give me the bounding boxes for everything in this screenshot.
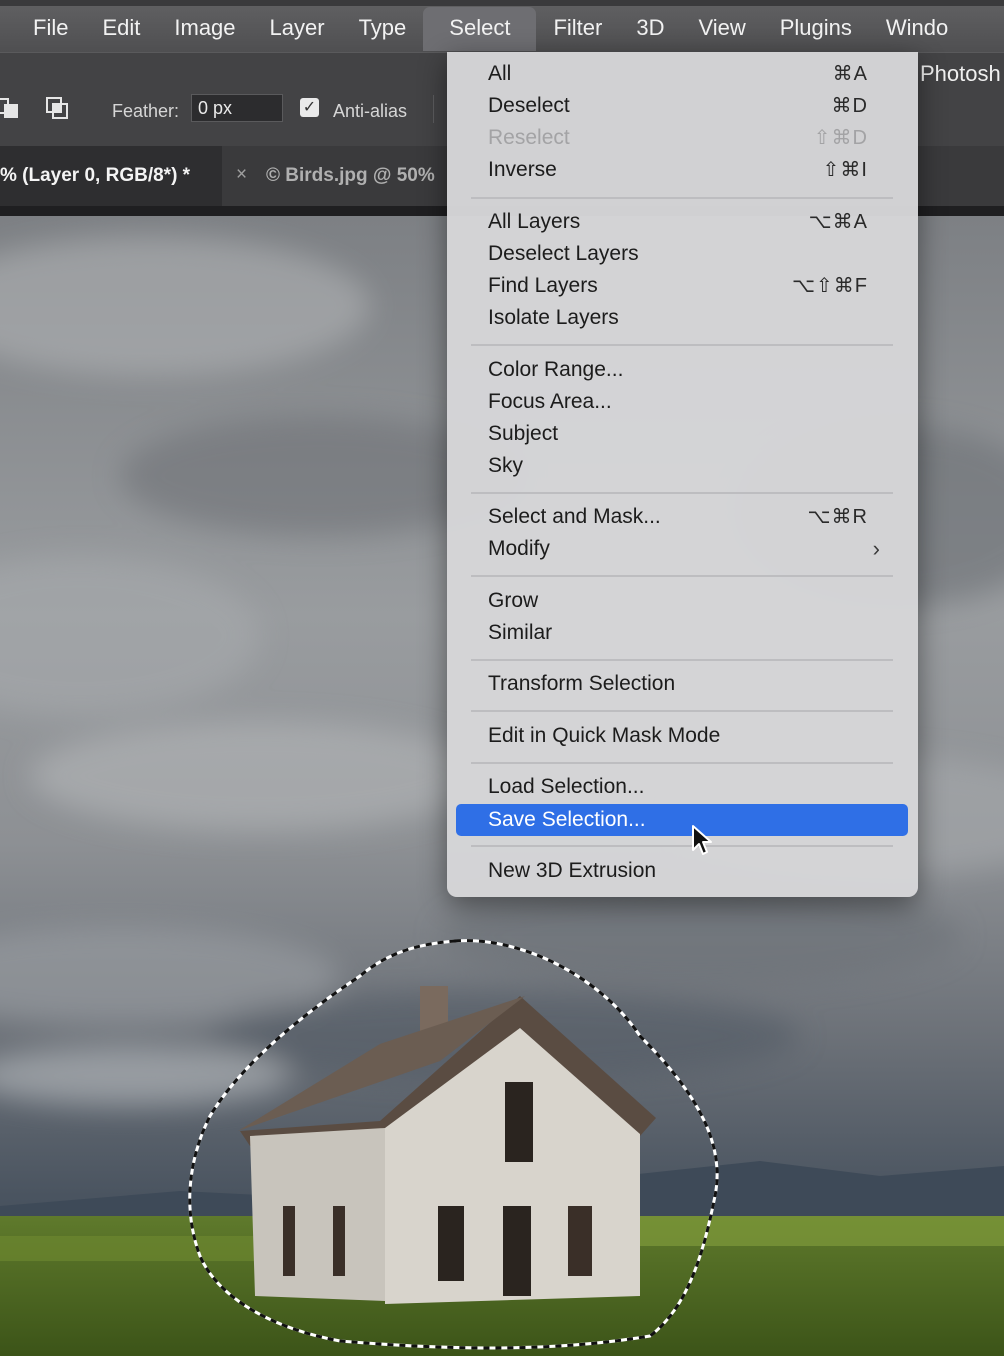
tab-active-document[interactable]: % (Layer 0, RGB/8*) * <box>0 146 222 206</box>
menu-item-label: Select and Mask... <box>488 505 661 528</box>
tab-birds-document[interactable]: © Birds.jpg @ 50% <box>266 146 435 206</box>
menu-separator <box>471 492 893 494</box>
menu-item-shortcut: ⇧⌘I <box>822 159 868 181</box>
menu-item-focus-area[interactable]: Focus Area... <box>456 386 908 418</box>
menu-item-label: New 3D Extrusion <box>488 859 657 882</box>
menu-item-transform-selection[interactable]: Transform Selection <box>456 668 908 700</box>
menu-item-shortcut: ⌥⌘R <box>807 506 868 528</box>
menu-3d[interactable]: 3D <box>619 7 681 51</box>
menu-item-label: Similar <box>488 621 553 644</box>
menu-bar: File Edit Image Layer Type Select Filter… <box>0 0 1004 52</box>
antialias-checkbox[interactable]: ✓ <box>300 98 319 117</box>
feather-label: Feather: <box>112 101 180 121</box>
menu-item-label: Deselect <box>488 94 570 117</box>
antialias-label: Anti-alias <box>333 101 408 121</box>
menu-item-label: Grow <box>488 589 539 612</box>
menu-item-label: Transform Selection <box>488 672 676 695</box>
menu-item-modify[interactable]: Modify › <box>456 533 908 565</box>
tab-close-icon[interactable]: × <box>236 164 247 186</box>
menu-item-isolate-layers[interactable]: Isolate Layers <box>456 302 908 334</box>
submenu-arrow-icon: › <box>872 536 880 561</box>
menu-select[interactable]: Select <box>423 7 537 51</box>
menu-image[interactable]: Image <box>157 7 252 51</box>
menu-item-grow[interactable]: Grow <box>456 585 908 617</box>
menu-item-label: Subject <box>488 422 559 445</box>
menu-item-label: Focus Area... <box>488 390 612 413</box>
menu-separator <box>471 762 893 764</box>
menu-item-deselect[interactable]: Deselect ⌘D <box>456 90 908 122</box>
menu-item-label: Edit in Quick Mask Mode <box>488 724 721 747</box>
menu-item-label: Sky <box>488 454 524 477</box>
menu-item-reselect: Reselect ⇧⌘D <box>456 122 908 154</box>
menu-file[interactable]: File <box>0 7 85 51</box>
menu-item-new-3d-extrusion[interactable]: New 3D Extrusion <box>456 855 908 887</box>
menu-filter[interactable]: Filter <box>536 7 619 51</box>
menu-item-label: Load Selection... <box>488 775 645 798</box>
menu-item-label: Isolate Layers <box>488 306 619 329</box>
checkbox-check-icon: ✓ <box>302 99 317 116</box>
menu-item-label: Deselect Layers <box>488 242 639 265</box>
menu-item-sky[interactable]: Sky <box>456 450 908 482</box>
menu-view[interactable]: View <box>681 7 762 51</box>
menu-item-inverse[interactable]: Inverse ⇧⌘I <box>456 154 908 186</box>
menu-item-subject[interactable]: Subject <box>456 418 908 450</box>
menu-item-shortcut: ⌘D <box>831 95 868 117</box>
menu-item-shortcut: ⌥⇧⌘F <box>791 275 868 297</box>
menu-item-color-range[interactable]: Color Range... <box>456 354 908 386</box>
options-divider <box>433 95 434 123</box>
menu-separator <box>471 197 893 199</box>
menu-item-deselect-layers[interactable]: Deselect Layers <box>456 238 908 270</box>
menu-item-find-layers[interactable]: Find Layers ⌥⇧⌘F <box>456 270 908 302</box>
subtract-selection-icon[interactable] <box>46 97 68 119</box>
menu-item-save-selection[interactable]: Save Selection... <box>456 804 908 836</box>
menu-item-label: Reselect <box>488 126 570 149</box>
menu-separator <box>471 575 893 577</box>
select-menu-dropdown: All ⌘A Deselect ⌘D Reselect ⇧⌘D Inverse … <box>447 52 918 897</box>
menu-separator <box>471 659 893 661</box>
menu-separator <box>471 710 893 712</box>
menu-separator <box>471 845 893 847</box>
menu-item-shortcut: ⌘A <box>832 63 868 85</box>
menu-separator <box>471 344 893 346</box>
feather-input[interactable]: 0 px <box>191 94 283 122</box>
workspace-label: Photosh <box>920 61 1001 86</box>
combine-selection-icon[interactable] <box>0 97 22 119</box>
menu-item-quick-mask[interactable]: Edit in Quick Mask Mode <box>456 720 908 752</box>
mouse-pointer-icon <box>692 825 712 855</box>
menu-plugins[interactable]: Plugins <box>763 7 869 51</box>
menu-item-select-and-mask[interactable]: Select and Mask... ⌥⌘R <box>456 501 908 533</box>
menu-item-label: Color Range... <box>488 358 624 381</box>
menu-type[interactable]: Type <box>342 7 424 51</box>
menu-item-label: Modify <box>488 537 550 560</box>
menu-item-all-layers[interactable]: All Layers ⌥⌘A <box>456 206 908 238</box>
menu-item-load-selection[interactable]: Load Selection... <box>456 771 908 803</box>
menu-window[interactable]: Windo <box>869 7 965 51</box>
menu-item-all[interactable]: All ⌘A <box>456 58 908 90</box>
menu-item-label: All <box>488 62 512 85</box>
menu-layer[interactable]: Layer <box>253 7 342 51</box>
menu-item-similar[interactable]: Similar <box>456 617 908 649</box>
menu-item-label: Find Layers <box>488 274 598 297</box>
menu-item-label: Inverse <box>488 158 557 181</box>
menu-item-shortcut: ⇧⌘D <box>813 127 868 149</box>
menu-item-label: All Layers <box>488 210 581 233</box>
menu-item-label: Save Selection... <box>488 808 646 831</box>
menu-edit[interactable]: Edit <box>85 7 157 51</box>
menu-item-shortcut: ⌥⌘A <box>808 211 868 233</box>
